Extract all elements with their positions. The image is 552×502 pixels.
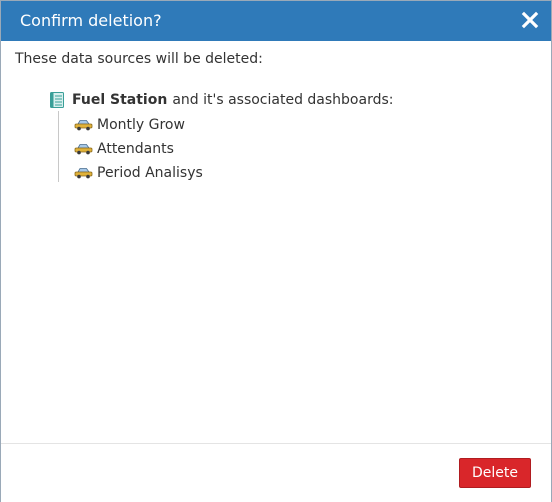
dashboard-item: Period Analisys (74, 161, 203, 185)
data-source-suffix: and it's associated dashboards: (172, 92, 394, 108)
data-source-name: Fuel Station (72, 92, 168, 108)
confirm-deletion-dialog: Confirm deletion? These data sources wil… (0, 0, 552, 502)
car-icon (74, 167, 93, 179)
tree-connector-line (58, 111, 59, 182)
dashboard-item: Attendants (74, 137, 203, 161)
intro-text: These data sources will be deleted: (15, 51, 263, 67)
delete-button[interactable]: Delete (459, 458, 531, 488)
dialog-titlebar: Confirm deletion? (1, 1, 551, 41)
dialog-footer: Delete (1, 443, 551, 502)
dashboard-item: Montly Grow (74, 113, 203, 137)
close-icon[interactable] (521, 11, 539, 29)
dialog-content: These data sources will be deleted: Fuel… (1, 41, 551, 443)
car-icon (74, 143, 93, 155)
database-icon (48, 91, 66, 109)
dashboard-label: Attendants (97, 141, 174, 157)
dashboard-label: Period Analisys (97, 165, 203, 181)
dialog-title: Confirm deletion? (20, 11, 162, 30)
dashboard-label: Montly Grow (97, 117, 185, 133)
car-icon (74, 119, 93, 131)
dashboard-list: Montly Grow Attendants Period Analisys (74, 113, 203, 185)
data-source-item: Fuel Station and it's associated dashboa… (48, 90, 393, 110)
